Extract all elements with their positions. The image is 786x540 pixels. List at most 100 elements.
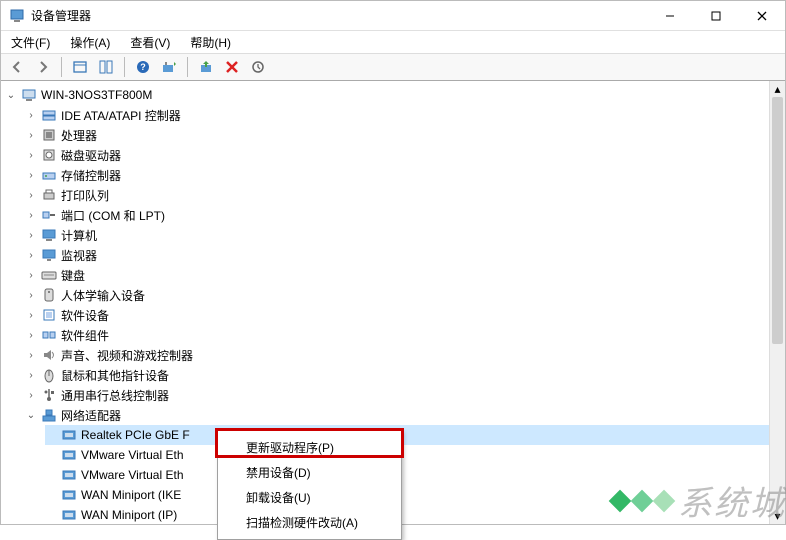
tree-category[interactable]: ›键盘	[25, 265, 785, 285]
disk-icon	[41, 147, 57, 163]
ctx-update-driver[interactable]: 更新驱动程序(P)	[218, 435, 401, 460]
menu-view[interactable]: 查看(V)	[126, 32, 174, 53]
watermark: 系统城	[612, 476, 786, 525]
netadapter-icon	[61, 487, 77, 503]
expander-closed-icon[interactable]: ›	[25, 209, 37, 221]
properties-button[interactable]	[94, 55, 118, 79]
watermark-text: 系统城	[678, 476, 786, 525]
root-node[interactable]: ⌄ WIN-3NOS3TF800M	[5, 85, 785, 105]
tree-category-network[interactable]: ⌄网络适配器	[25, 405, 785, 425]
port-icon	[41, 207, 57, 223]
tree-category[interactable]: › 声音、视频和游戏控制器	[25, 345, 785, 365]
expander-open-icon[interactable]: ⌄	[5, 89, 17, 101]
separator	[61, 57, 62, 77]
category-label: IDE ATA/ATAPI 控制器	[61, 107, 181, 124]
tree-category[interactable]: ›软件设备	[25, 305, 785, 325]
scroll-track[interactable]	[770, 97, 785, 508]
ide-icon	[41, 107, 57, 123]
diamond-icon	[609, 489, 632, 512]
update-driver-button[interactable]	[194, 55, 218, 79]
root-label: WIN-3NOS3TF800M	[41, 88, 152, 102]
ctx-scan-hardware[interactable]: 扫描检测硬件改动(A)	[218, 510, 401, 535]
mouse-icon	[41, 367, 57, 383]
expander-closed-icon[interactable]: ›	[25, 289, 37, 301]
category-label: 端口 (COM 和 LPT)	[61, 207, 165, 224]
scan-button[interactable]	[157, 55, 181, 79]
tree-category[interactable]: ›存储控制器	[25, 165, 785, 185]
expander-closed-icon[interactable]: ›	[25, 329, 37, 341]
expander-closed-icon[interactable]: ›	[25, 229, 37, 241]
netadapter-icon	[61, 507, 77, 523]
expander-closed-icon[interactable]: ›	[25, 309, 37, 321]
tree-category[interactable]: › 软件组件	[25, 325, 785, 345]
category-label: 声音、视频和游戏控制器	[61, 347, 193, 364]
hid-icon	[41, 287, 57, 303]
scroll-thumb[interactable]	[772, 97, 783, 344]
expander-open-icon[interactable]: ⌄	[25, 409, 37, 421]
netadapter-icon	[61, 427, 77, 443]
back-button[interactable]	[5, 55, 29, 79]
expander-closed-icon[interactable]: ›	[25, 189, 37, 201]
computer-icon	[21, 87, 37, 103]
scroll-up-button[interactable]: ▴	[770, 81, 785, 97]
category-label: 软件组件	[61, 327, 109, 344]
diamond-icon	[653, 489, 676, 512]
menu-action[interactable]: 操作(A)	[66, 32, 114, 53]
uninstall-button[interactable]	[220, 55, 244, 79]
category-label: 通用串行总线控制器	[61, 387, 169, 404]
minimize-button[interactable]	[647, 1, 693, 31]
tree-category[interactable]: ›计算机	[25, 225, 785, 245]
menu-file[interactable]: 文件(F)	[7, 32, 54, 53]
titlebar: 设备管理器	[1, 1, 785, 31]
keyboard-icon	[41, 267, 57, 283]
expander-closed-icon[interactable]: ›	[25, 389, 37, 401]
category-label: 打印队列	[61, 187, 109, 204]
tree-device[interactable]: VMware Virtual Eth	[45, 445, 785, 465]
expander-closed-icon[interactable]: ›	[25, 369, 37, 381]
disable-button[interactable]	[246, 55, 270, 79]
usb-icon	[41, 387, 57, 403]
category-label: 鼠标和其他指针设备	[61, 367, 169, 384]
tree-category[interactable]: › 鼠标和其他指针设备	[25, 365, 785, 385]
expander-closed-icon[interactable]: ›	[25, 149, 37, 161]
show-hidden-button[interactable]	[68, 55, 92, 79]
netadapter-icon	[61, 447, 77, 463]
sound-icon	[41, 347, 57, 363]
svg-text:?: ?	[140, 62, 146, 72]
toolbar: ?	[1, 53, 785, 81]
tree-category[interactable]: › IDE ATA/ATAPI 控制器	[25, 105, 785, 125]
tree-category[interactable]: ›监视器	[25, 245, 785, 265]
device-label: Realtek PCIe GbE F	[81, 428, 190, 442]
close-button[interactable]	[739, 1, 785, 31]
app-icon	[9, 8, 25, 24]
menubar: 文件(F) 操作(A) 查看(V) 帮助(H)	[1, 31, 785, 53]
tree-category[interactable]: › 人体学输入设备	[25, 285, 785, 305]
tree-device[interactable]: Realtek PCIe GbE F	[45, 425, 785, 445]
tree-category[interactable]: › 通用串行总线控制器	[25, 385, 785, 405]
help-button[interactable]: ?	[131, 55, 155, 79]
ctx-uninstall-device[interactable]: 卸载设备(U)	[218, 485, 401, 510]
expander-closed-icon[interactable]: ›	[25, 169, 37, 181]
cpu-icon	[41, 127, 57, 143]
expander-closed-icon[interactable]: ›	[25, 349, 37, 361]
tree-category[interactable]: › 端口 (COM 和 LPT)	[25, 205, 785, 225]
softcomp-icon	[41, 327, 57, 343]
separator	[187, 57, 188, 77]
expander-closed-icon[interactable]: ›	[25, 129, 37, 141]
category-label: 人体学输入设备	[61, 287, 145, 304]
vertical-scrollbar[interactable]: ▴ ▾	[769, 81, 785, 524]
expander-closed-icon[interactable]: ›	[25, 109, 37, 121]
softdev-icon	[41, 307, 57, 323]
forward-button[interactable]	[31, 55, 55, 79]
tree-category[interactable]: › 打印队列	[25, 185, 785, 205]
monitor-icon	[41, 247, 57, 263]
ctx-disable-device[interactable]: 禁用设备(D)	[218, 460, 401, 485]
tree-category[interactable]: ›磁盘驱动器	[25, 145, 785, 165]
expander-closed-icon[interactable]: ›	[25, 249, 37, 261]
maximize-button[interactable]	[693, 1, 739, 31]
device-label: WAN Miniport (IP)	[81, 508, 177, 522]
expander-closed-icon[interactable]: ›	[25, 269, 37, 281]
tree-category[interactable]: ›处理器	[25, 125, 785, 145]
menu-help[interactable]: 帮助(H)	[186, 32, 235, 53]
device-label: WAN Miniport (IKE	[81, 488, 181, 502]
